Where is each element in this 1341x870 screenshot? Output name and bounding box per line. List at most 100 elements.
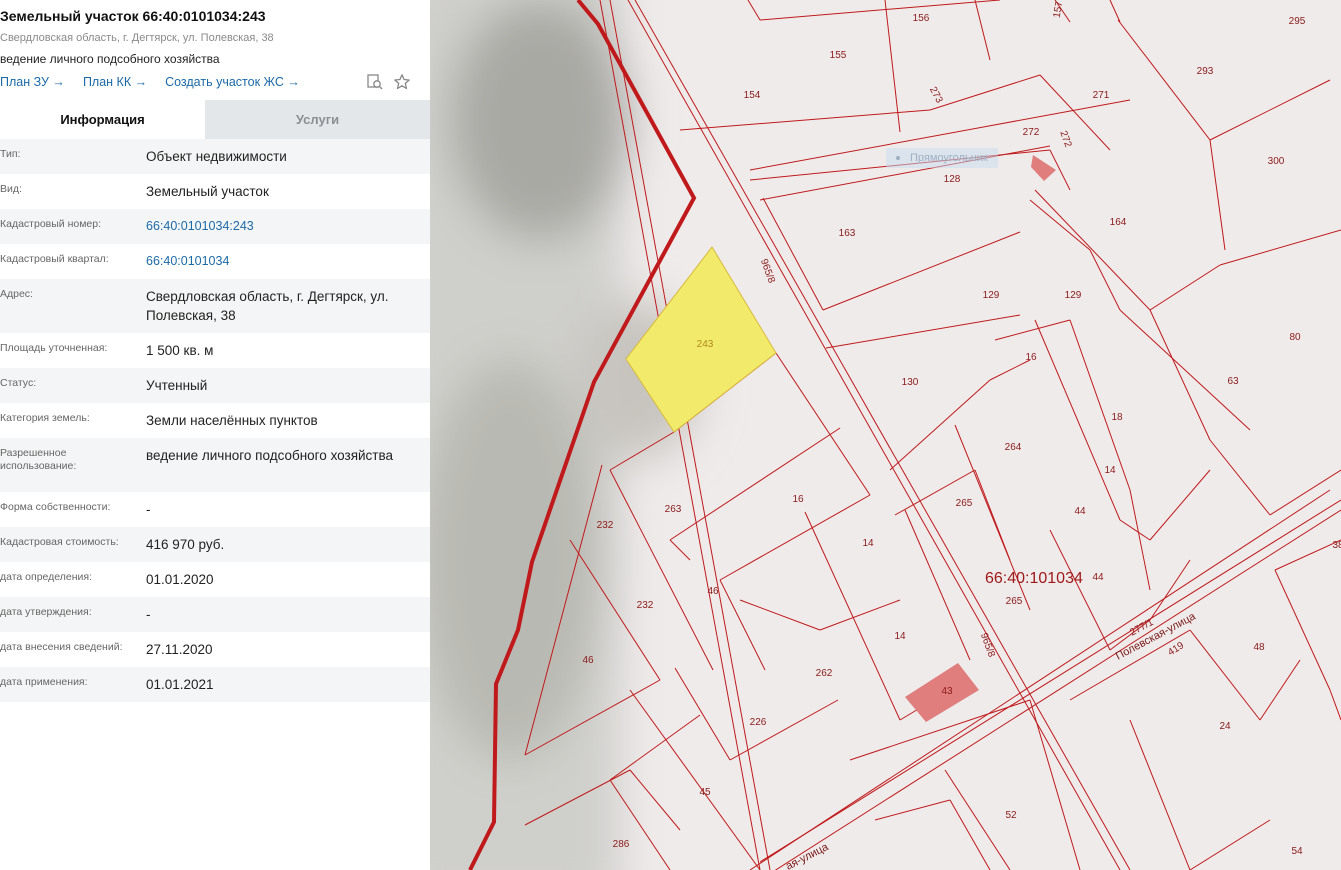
info-row: Вид: Земельный участок [0,174,430,209]
parcel-number-label: 52 [1005,810,1017,821]
info-row-label: Кадастровый номер: [0,218,102,230]
info-row-value: 01.01.2020 [146,572,214,587]
parcel-number-label: 44 [1074,506,1086,517]
parcel-number-label: 293 [1197,66,1214,77]
info-row: Площадь уточненная: 1 500 кв. м [0,333,430,368]
create-parcel-link[interactable]: Создать участок ЖС → [165,75,300,89]
info-row: Кадастровый номер: 66:40:0101034:243 [0,209,430,244]
info-row-value: 01.01.2021 [146,677,214,692]
quarter-number-label: 66:40:101034 [985,570,1083,587]
parcel-number-label: 48 [1253,642,1265,653]
parcel-number-label: 14 [862,538,874,549]
info-row: дата утверждения: - [0,597,430,632]
info-row-value: Объект недвижимости [146,149,287,164]
info-row-label: Тип: [0,148,21,160]
info-row: Кадастровый квартал: 66:40:0101034 [0,244,430,279]
info-row-label: дата внесения сведений: [0,641,123,653]
parcel-number-label: 232 [597,520,614,531]
info-row-value: Учтенный [146,378,208,393]
parcel-number-label: 263 [665,504,682,515]
star-icon[interactable] [393,73,411,91]
parcel-number-label: 128 [944,174,961,185]
selected-parcel-label: 243 [697,339,714,350]
parcel-number-label: 44 [1092,572,1104,583]
parcel-number-label: 265 [956,498,973,509]
tab-services[interactable]: Услуги [205,100,430,139]
parcel-number-label: 129 [983,290,1000,301]
info-row-label: Площадь уточненная: [0,342,108,354]
parcel-number-label: 286 [613,839,630,850]
parcel-number-label: 271 [1093,90,1110,101]
parcel-number-label: 24 [1219,721,1231,732]
info-row-link[interactable]: 66:40:0101034:243 [146,217,430,244]
parcel-number-label: 155 [830,50,847,61]
parcel-number-label: 130 [902,377,919,388]
plan-links: План ЗУ → План КК → Создать участок ЖС → [0,75,300,89]
parcel-number-label: 46 [582,655,594,666]
info-row: Форма собственности: - [0,492,430,527]
parcel-number-label: 16 [792,494,804,505]
tab-information[interactable]: Информация [0,100,205,139]
info-row: Категория земель: Земли населённых пункто… [0,403,430,438]
info-row: Статус: Учтенный [0,368,430,403]
parcel-number-label: 14 [1104,465,1116,476]
info-row-label: Разрешенное использование: [0,447,77,472]
shape-chip[interactable]: Прямоугольник [886,148,998,168]
parcel-number-label: 163 [839,228,856,239]
info-row-value: 416 970 руб. [146,537,225,552]
info-row-label: дата утверждения: [0,606,92,618]
info-row-value: 1 500 кв. м [146,343,214,358]
info-row: Разрешенное использование: ведение личног… [0,438,430,492]
parcel-number-label: 272 [1023,127,1040,138]
info-row-label: Кадастровый квартал: [0,253,109,265]
info-row-value: Свердловская область, г. Дегтярск, ул. П… [146,289,389,323]
info-row-label: дата применения: [0,676,88,688]
info-row: Кадастровая стоимость: 416 970 руб. [0,527,430,562]
parcel-number-label: 63 [1227,376,1239,387]
search-document-icon[interactable] [366,73,384,91]
parcel-number-label: 18 [1111,412,1123,423]
parcel-number-label: 14 [894,631,906,642]
info-row-value: Земли населённых пунктов [146,413,318,428]
info-row: Тип: Объект недвижимости [0,139,430,174]
info-row-value: Земельный участок [146,184,269,199]
parcel-number-label: 156 [913,13,930,24]
map-canvas[interactable]: 156 157295155154293271272 2721283001631641… [430,0,1341,870]
cadastral-map[interactable]: 156 157 295 155 154 293 271 272 272 128 300 163 164 1… [430,0,1341,870]
parcel-number-label: 80 [1289,332,1301,343]
parcel-number-label: 54 [1291,846,1303,857]
parcel-number-label: 46 [707,586,719,597]
plan-zu-link[interactable]: План ЗУ → [0,75,65,89]
parcel-number-label: 264 [1005,442,1022,453]
info-row-label: Форма собственности: [0,501,111,513]
parcel-number-label: 232 [637,600,654,611]
parcel-number-label: 43 [941,686,953,697]
info-row-link[interactable]: 66:40:0101034 [146,252,430,279]
parcel-number-label: 226 [750,717,767,728]
info-row-value: - [146,502,151,517]
plan-kk-link[interactable]: План КК → [83,75,147,89]
panel-header: Земельный участок 66:40:0101034:243 Свер… [0,0,430,100]
info-table: Тип: Объект недвижимости Вид: Земельный уча… [0,139,430,702]
parcel-purpose: ведение личного подсобного хозяйства [0,52,220,66]
parcel-title: Земельный участок 66:40:0101034:243 [0,8,266,24]
parcel-number-label: 154 [744,90,761,101]
parcel-number-label: 295 [1289,16,1306,27]
info-row-label: Статус: [0,377,37,389]
info-row: дата применения: 01.01.2021 [0,667,430,702]
info-row: Адрес: Свердловская область, г. Дегтярск,… [0,279,430,333]
info-row-label: Адрес: [0,288,33,300]
info-row-label: Кадастровая стоимость: [0,536,119,548]
parcel-number-label: 164 [1110,217,1127,228]
info-row-value: 27.11.2020 [146,642,213,657]
parcel-number-label: 262 [816,668,833,679]
parcel-number-label: 38 [1332,540,1341,551]
info-row-label: дата определения: [0,571,93,583]
parcel-number-label: 45 [699,787,711,798]
parcel-number-label: 16 [1025,352,1037,363]
info-row-label: Категория земель: [0,412,90,424]
panel-tabs: Информация Услуги [0,100,430,139]
parcel-number-label: 265 [1006,596,1023,607]
info-row-value: - [146,607,151,622]
parcel-number-label: 300 [1268,156,1285,167]
